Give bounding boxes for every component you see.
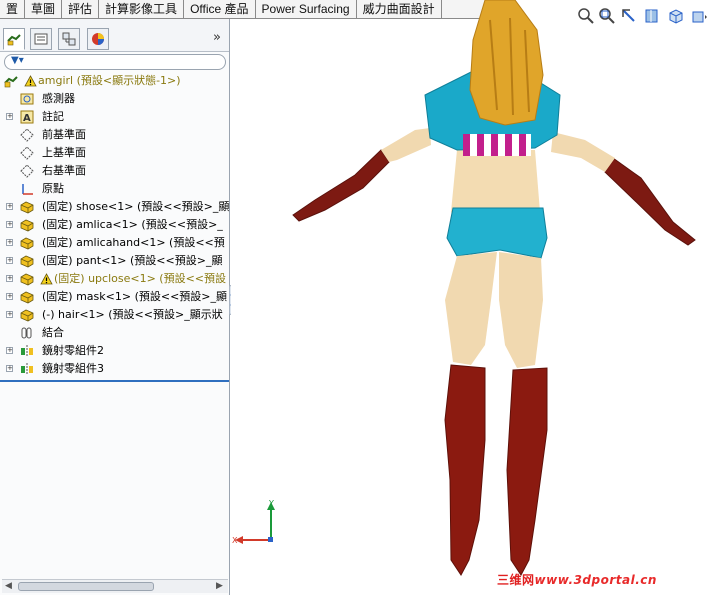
watermark-url: www.3dportal.cn [534,573,657,587]
tree-item-part[interactable]: + (固定) shose<1> (預設<<預設>_顯 [0,198,229,216]
filter-icon: ▼▾ [11,55,24,66]
tree-filter-input[interactable]: ▼▾ [4,54,226,70]
tree-item-part[interactable]: + (固定) mask<1> (預設<<預設>_顯 [0,288,229,306]
part-icon [20,201,34,214]
mirror-component-icon [21,363,33,375]
mates-icon [21,327,32,339]
tree-item-label: 右基準面 [42,164,86,177]
tree-item-folder[interactable]: 感測器 [0,90,229,108]
display-manager-tab[interactable] [87,28,109,50]
tree-item-part[interactable]: + (固定) upclose<1> (預設<<預設 [0,270,229,288]
tab-features-partial[interactable]: 置 [0,0,26,19]
expand-toggle-icon[interactable]: + [6,113,13,120]
triad-x-label: X [232,536,238,545]
tree-item-part[interactable]: + (固定) amlicahand<1> (預設<<預 [0,234,229,252]
tree-item-label: (固定) upclose<1> (預設<<預設 [54,272,227,285]
property-manager-tab[interactable] [30,28,52,50]
solidworks-window: 置 草圖 評估 計算影像工具 Office 產品 Power Surfacing… [0,0,722,595]
tree-item-label: 鏡射零組件2 [42,344,104,357]
tree-item-label: 前基準面 [42,128,86,141]
expand-toggle-icon[interactable]: + [6,365,13,372]
annotations-icon: A [20,110,34,124]
tree-item-plane[interactable]: 上基準面 [0,144,229,162]
watermark: 三维网www.3dportal.cn [497,571,657,588]
tree-item-part[interactable]: + (固定) amlica<1> (預設<<預設>_ [0,216,229,234]
expand-toggle-icon[interactable]: + [6,347,13,354]
tree-item-label: (-) hair<1> (預設<<預設>_顯示狀 [42,308,223,321]
tab-sketch[interactable]: 草圖 [25,0,63,19]
expand-toggle-icon[interactable]: + [6,203,13,210]
tree-item-label: 註記 [42,110,64,123]
plane-icon [20,164,34,178]
scrollbar-thumb[interactable] [18,582,154,591]
tree-item-label: 原點 [42,182,64,195]
feature-manager-panel: » ▼▾ amgirl (預設<顯示狀態-1>) 感測器 + A 註記前基準面上基準面右… [0,19,230,595]
horizontal-scrollbar[interactable]: ◀ ▶ [2,579,228,593]
tree-item-part[interactable]: + (-) hair<1> (預設<<預設>_顯示狀 [0,306,229,324]
warning-icon [24,75,37,87]
scroll-right-icon[interactable]: ▶ [216,581,223,591]
tree-item-root[interactable]: amgirl (預設<顯示狀態-1>) [0,72,229,90]
watermark-cn: 三维网 [497,573,535,587]
tab-render-tools[interactable]: 計算影像工具 [99,0,185,19]
tree-item-origin[interactable]: 原點 [0,180,229,198]
assembly-icon [4,76,18,88]
tree-item-label: (固定) amlica<1> (預設<<預設>_ [42,218,223,231]
panel-tab-strip: » [0,19,229,52]
plane-icon [20,128,34,142]
tree-item-label: (固定) pant<1> (預設<<預設>_顯 [42,254,223,267]
feature-manager-tab[interactable] [3,28,25,50]
tree-item-part[interactable]: + (固定) pant<1> (預設<<預設>_顯 [0,252,229,270]
tree-item-folder[interactable]: + A 註記 [0,108,229,126]
tree-item-mirror[interactable]: + 鏡射零組件2 [0,342,229,360]
tree-item-label: amgirl (預設<顯示狀態-1>) [38,74,181,87]
tree-item-label: (固定) shose<1> (預設<<預設>_顯 [42,200,229,213]
expand-toggle-icon[interactable]: + [6,293,13,300]
origin-icon [22,184,33,195]
tree-item-label: 結合 [42,326,64,339]
tree-item-label: 感測器 [42,92,75,105]
tree-item-label: (固定) amlicahand<1> (預設<<預 [42,236,225,249]
part-icon [20,273,34,286]
part-icon [20,309,34,322]
expand-toggle-icon[interactable]: + [6,239,13,246]
mirror-component-icon [21,345,33,357]
expand-toggle-icon[interactable]: + [6,221,13,228]
tab-office-products[interactable]: Office 產品 [184,0,256,19]
model-figure-graphic [292,0,696,576]
tree-item-plane[interactable]: 前基準面 [0,126,229,144]
reference-triad: Y X [232,499,275,545]
tree-item-label: 上基準面 [42,146,86,159]
panel-collapse-button[interactable]: » [213,30,221,45]
expand-toggle-icon[interactable]: + [6,275,13,282]
part-icon [20,255,34,268]
triad-y-label: Y [268,499,274,508]
expand-toggle-icon[interactable]: + [6,311,13,318]
sensor-icon [20,93,34,105]
scroll-left-icon[interactable]: ◀ [5,581,12,591]
feature-tree: amgirl (預設<顯示狀態-1>) 感測器 + A 註記前基準面上基準面右基準面原點… [0,72,229,378]
tree-item-mirror[interactable]: + 鏡射零組件3 [0,360,229,378]
expand-toggle-icon[interactable]: + [6,257,13,264]
tree-item-plane[interactable]: 右基準面 [0,162,229,180]
part-icon [20,219,34,232]
tree-item-label: (固定) mask<1> (預設<<預設>_顯 [42,290,228,303]
tab-evaluate[interactable]: 評估 [62,0,100,19]
rollback-bar[interactable] [0,380,229,382]
appearance-icon [92,33,104,45]
plane-icon [20,146,34,160]
part-icon [20,291,34,304]
tree-item-label: 鏡射零組件3 [42,362,104,375]
feature-tree-icon [7,34,21,46]
configuration-manager-tab[interactable] [58,28,80,50]
svg-text:A: A [23,113,31,124]
configuration-icon [62,32,76,46]
property-icon [34,33,48,45]
part-icon [20,237,34,250]
warning-icon [40,273,53,285]
tree-item-mates[interactable]: 結合 [0,324,229,342]
